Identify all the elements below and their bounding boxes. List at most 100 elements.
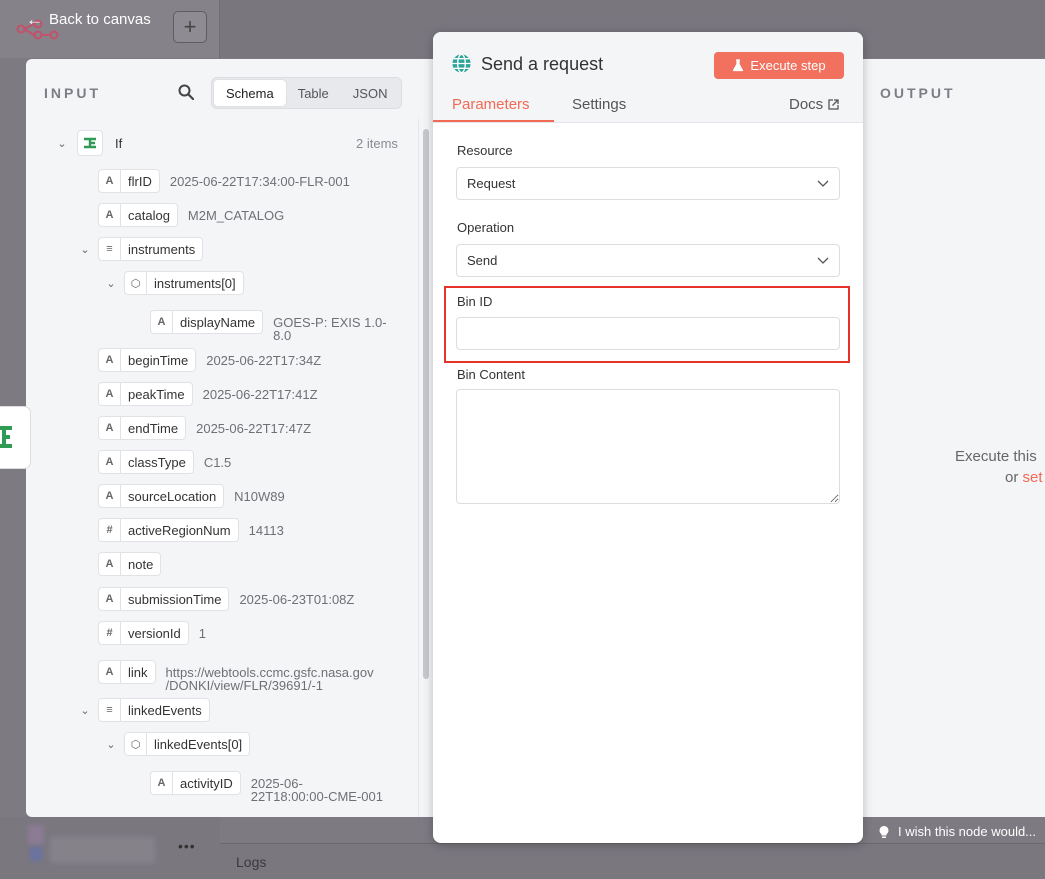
feedback-link[interactable]: I wish this node would... bbox=[878, 824, 1036, 839]
field-row[interactable]: A flrID 2025-06-22T17:34:00-FLR-001 bbox=[98, 168, 350, 194]
docs-link[interactable]: Docs bbox=[789, 96, 839, 113]
search-icon[interactable] bbox=[178, 84, 194, 100]
field-row[interactable]: # activeRegionNum 14113 bbox=[98, 517, 284, 543]
back-to-canvas-label: Back to canvas bbox=[49, 11, 151, 28]
tab-parameters[interactable]: Parameters bbox=[452, 96, 530, 113]
string-type-icon: A bbox=[98, 169, 120, 193]
field-key[interactable]: note bbox=[120, 552, 162, 576]
tab-settings[interactable]: Settings bbox=[572, 96, 626, 113]
resource-select[interactable]: Request bbox=[456, 167, 840, 200]
field-key[interactable]: activityID bbox=[172, 771, 241, 795]
panel-divider bbox=[418, 119, 419, 817]
field-key[interactable]: instruments[0] bbox=[146, 271, 244, 295]
field-row[interactable]: A activityID 2025-06- 22T18:00:00-CME-001 bbox=[150, 765, 383, 803]
input-scrollbar[interactable] bbox=[423, 129, 429, 679]
field-row[interactable]: # versionId 1 bbox=[98, 620, 206, 646]
field-row[interactable]: A catalog M2M_CATALOG bbox=[98, 202, 284, 228]
field-row[interactable]: ⌄ ⬡ linkedEvents[0] bbox=[104, 731, 251, 757]
view-table-button[interactable]: Table bbox=[286, 80, 341, 106]
field-key[interactable]: linkedEvents bbox=[120, 698, 210, 722]
output-panel-title: OUTPUT bbox=[880, 85, 956, 101]
field-row[interactable]: A link https://webtools.ccmc.gsfc.nasa.g… bbox=[98, 654, 374, 692]
field-row[interactable]: A endTime 2025-06-22T17:47Z bbox=[98, 415, 311, 441]
field-value: 2025-06-22T17:47Z bbox=[196, 420, 312, 436]
field-key[interactable]: sourceLocation bbox=[120, 484, 225, 508]
field-key[interactable]: peakTime bbox=[120, 382, 193, 406]
field-row[interactable]: ⌄ ≡ linkedEvents bbox=[78, 697, 210, 723]
field-key[interactable]: instruments bbox=[120, 237, 204, 261]
blurred-user-name bbox=[50, 837, 155, 863]
output-panel: OUTPUT Execute this or set bbox=[862, 59, 1045, 817]
field-key[interactable]: endTime bbox=[120, 416, 187, 440]
tree-root-if[interactable]: ⌄ If bbox=[50, 130, 122, 156]
field-row[interactable]: A peakTime 2025-06-22T17:41Z bbox=[98, 381, 318, 407]
field-value: 2025-06-22T17:41Z bbox=[202, 386, 318, 402]
lightbulb-icon bbox=[879, 825, 889, 838]
view-schema-button[interactable]: Schema bbox=[214, 80, 286, 106]
field-row[interactable]: A beginTime 2025-06-22T17:34Z bbox=[98, 347, 321, 373]
field-key[interactable]: displayName bbox=[172, 310, 264, 334]
node-title[interactable]: Send a request bbox=[481, 54, 603, 75]
field-key[interactable]: versionId bbox=[120, 621, 189, 645]
view-mode-toggle: Schema Table JSON bbox=[211, 77, 403, 109]
input-node-handle[interactable] bbox=[0, 407, 30, 468]
field-value: 2025-06-23T01:08Z bbox=[239, 591, 355, 607]
object-type-icon: ⬡ bbox=[124, 271, 146, 295]
number-type-icon: # bbox=[98, 621, 120, 645]
string-type-icon: A bbox=[98, 203, 120, 227]
string-type-icon: A bbox=[98, 416, 120, 440]
bin-id-label: Bin ID bbox=[457, 294, 493, 309]
set-mock-data-link[interactable]: set bbox=[1023, 469, 1043, 486]
arrow-left-icon: ← bbox=[26, 10, 43, 29]
field-key[interactable]: activeRegionNum bbox=[120, 518, 239, 542]
string-type-icon: A bbox=[98, 660, 120, 684]
more-options-icon[interactable]: ••• bbox=[178, 838, 196, 854]
string-type-icon: A bbox=[150, 310, 172, 334]
logs-label: Logs bbox=[236, 854, 267, 870]
field-key[interactable]: linkedEvents[0] bbox=[146, 732, 251, 756]
bin-id-input[interactable] bbox=[456, 317, 840, 350]
field-row[interactable]: A note bbox=[98, 551, 162, 577]
operation-label: Operation bbox=[457, 220, 515, 235]
view-json-button[interactable]: JSON bbox=[341, 80, 400, 106]
chevron-down-icon[interactable]: ⌄ bbox=[78, 243, 92, 256]
field-row[interactable]: A submissionTime 2025-06-23T01:08Z bbox=[98, 586, 354, 612]
field-value: GOES-P: EXIS 1.0- 8.0 bbox=[273, 315, 387, 343]
field-value: 14113 bbox=[248, 522, 284, 538]
execute-step-button[interactable]: Execute step bbox=[714, 52, 844, 79]
field-key[interactable]: flrID bbox=[120, 169, 160, 193]
string-type-icon: A bbox=[98, 450, 120, 474]
tree-root-label: If bbox=[115, 135, 123, 151]
field-row[interactable]: A classType C1.5 bbox=[98, 449, 231, 475]
field-key[interactable]: submissionTime bbox=[120, 587, 230, 611]
field-row[interactable]: A sourceLocation N10W89 bbox=[98, 483, 285, 509]
active-tab-indicator bbox=[433, 120, 554, 122]
chevron-down-icon[interactable]: ⌄ bbox=[78, 704, 92, 717]
field-row[interactable]: ⌄ ⬡ instruments[0] bbox=[104, 270, 244, 296]
resource-label: Resource bbox=[457, 143, 513, 158]
bin-content-textarea[interactable] bbox=[456, 389, 840, 504]
field-key[interactable]: catalog bbox=[120, 203, 178, 227]
chevron-down-icon[interactable]: ⌄ bbox=[104, 277, 118, 290]
add-node-button[interactable]: + bbox=[173, 11, 207, 43]
chevron-down-icon[interactable]: ⌄ bbox=[104, 738, 118, 751]
field-value: 2025-06-22T17:34:00-FLR-001 bbox=[169, 173, 350, 189]
globe-icon bbox=[452, 53, 471, 74]
chevron-down-icon[interactable]: ⌄ bbox=[55, 137, 69, 150]
field-key[interactable]: classType bbox=[120, 450, 194, 474]
logs-bar[interactable]: Logs bbox=[220, 843, 1045, 879]
number-type-icon: # bbox=[98, 518, 120, 542]
list-type-icon: ≡ bbox=[98, 698, 120, 722]
operation-select[interactable]: Send bbox=[456, 244, 840, 277]
field-row[interactable]: ⌄ ≡ instruments bbox=[78, 236, 204, 262]
items-count: 2 items bbox=[356, 136, 398, 151]
field-key[interactable]: link bbox=[120, 660, 156, 684]
back-to-canvas-link[interactable]: ← Back to canvas bbox=[26, 11, 151, 28]
field-row[interactable]: A displayName GOES-P: EXIS 1.0- 8.0 bbox=[150, 304, 387, 343]
execute-step-label: Execute step bbox=[750, 58, 826, 73]
field-key[interactable]: beginTime bbox=[120, 348, 197, 372]
field-value: C1.5 bbox=[203, 454, 232, 470]
chevron-down-icon bbox=[817, 257, 829, 264]
node-settings-dialog: Send a request Execute step Parameters S… bbox=[433, 32, 863, 843]
field-value: 1 bbox=[198, 625, 206, 641]
